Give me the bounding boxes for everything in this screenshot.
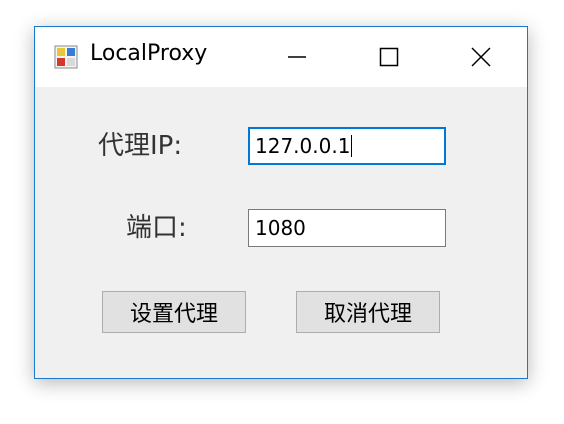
port-label: 端口: [126, 213, 187, 243]
client-area: 代理IP: 127.0.0.1 端口: 1080 设置代理 取消代理 [35, 87, 527, 378]
cancel-proxy-button[interactable]: 取消代理 [296, 291, 440, 333]
set-proxy-button[interactable]: 设置代理 [102, 291, 246, 333]
proxy-ip-input[interactable]: 127.0.0.1 [248, 127, 446, 165]
close-button[interactable] [446, 27, 516, 87]
port-input[interactable]: 1080 [248, 209, 446, 247]
maximize-button[interactable] [354, 27, 424, 87]
app-window: LocalProxy 代理IP: 127.0.0.1 端口: 1080 设置代理… [34, 26, 528, 379]
window-title: LocalProxy [90, 41, 208, 66]
maximize-icon [379, 47, 399, 67]
minimize-button[interactable] [262, 27, 332, 87]
title-bar[interactable]: LocalProxy [35, 27, 527, 87]
proxy-ip-value: 127.0.0.1 [255, 134, 351, 158]
port-value: 1080 [255, 216, 306, 240]
proxy-ip-label: 代理IP: [98, 131, 183, 161]
close-icon [471, 47, 491, 67]
app-icon[interactable] [54, 45, 78, 69]
text-caret [351, 135, 353, 157]
minimize-icon [288, 56, 306, 58]
